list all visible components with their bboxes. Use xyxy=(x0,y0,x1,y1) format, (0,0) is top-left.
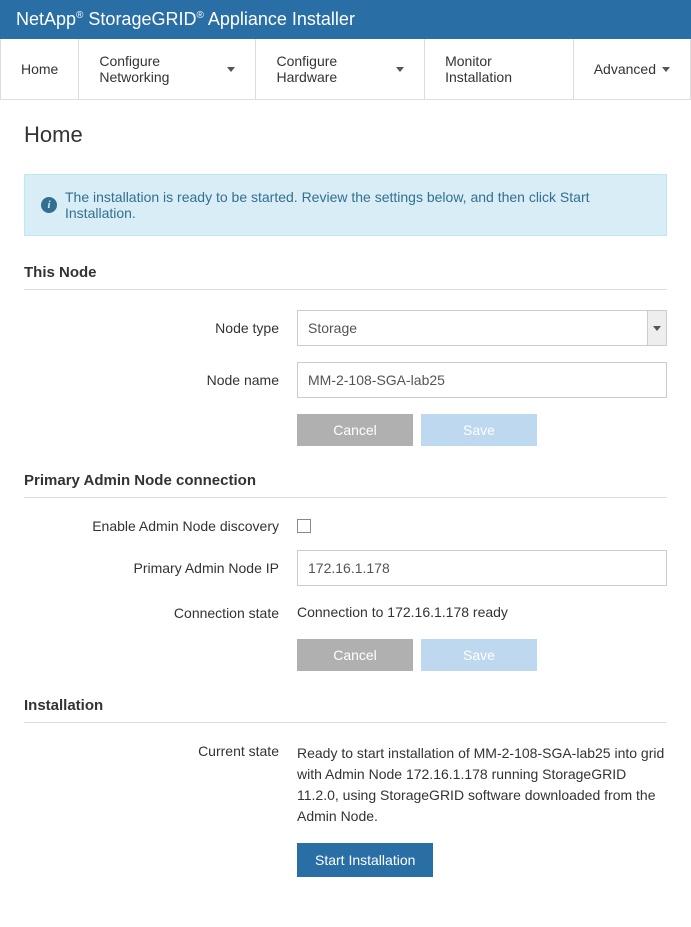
page-content: Home i The installation is ready to be s… xyxy=(0,100,691,927)
nav-monitor-installation-label: Monitor Installation xyxy=(445,53,553,85)
current-state-value: Ready to start installation of MM-2-108-… xyxy=(297,743,667,827)
primary-admin-cancel-button[interactable]: Cancel xyxy=(297,639,413,671)
info-icon: i xyxy=(41,197,57,213)
info-alert-text: The installation is ready to be started.… xyxy=(65,189,650,221)
caret-down-icon xyxy=(227,67,235,72)
nav-advanced[interactable]: Advanced xyxy=(574,39,690,99)
caret-down-icon xyxy=(662,67,670,72)
this-node-cancel-button[interactable]: Cancel xyxy=(297,414,413,446)
section-installation: Installation Current state Ready to star… xyxy=(24,697,667,877)
section-this-node: This Node Node type Storage Node name Ca… xyxy=(24,264,667,446)
nav-configure-networking-label: Configure Networking xyxy=(99,53,221,85)
nav-home-label: Home xyxy=(21,61,58,77)
nav-configure-hardware[interactable]: Configure Hardware xyxy=(256,39,425,99)
nav-home[interactable]: Home xyxy=(1,39,79,99)
primary-admin-ip-input[interactable] xyxy=(297,550,667,586)
installation-heading: Installation xyxy=(24,697,667,723)
node-name-input[interactable] xyxy=(297,362,667,398)
connection-state-value: Connection to 172.16.1.178 ready xyxy=(297,602,667,623)
primary-admin-heading: Primary Admin Node connection xyxy=(24,472,667,498)
primary-admin-save-button[interactable]: Save xyxy=(421,639,537,671)
node-type-select[interactable]: Storage xyxy=(297,310,667,346)
brand-mid: StorageGRID xyxy=(83,9,196,29)
node-name-label: Node name xyxy=(24,372,297,388)
enable-discovery-checkbox[interactable] xyxy=(297,519,311,533)
node-type-label: Node type xyxy=(24,320,297,336)
app-header: NetApp® StorageGRID® Appliance Installer xyxy=(0,0,691,39)
start-installation-button[interactable]: Start Installation xyxy=(297,843,433,877)
enable-discovery-label: Enable Admin Node discovery xyxy=(24,518,297,534)
this-node-heading: This Node xyxy=(24,264,667,290)
caret-down-icon xyxy=(396,67,404,72)
nav-monitor-installation[interactable]: Monitor Installation xyxy=(425,39,574,99)
connection-state-label: Connection state xyxy=(24,605,297,621)
main-nav: Home Configure Networking Configure Hard… xyxy=(0,39,691,100)
section-primary-admin: Primary Admin Node connection Enable Adm… xyxy=(24,472,667,671)
this-node-save-button[interactable]: Save xyxy=(421,414,537,446)
nav-configure-networking[interactable]: Configure Networking xyxy=(79,39,256,99)
current-state-label: Current state xyxy=(24,743,297,759)
reg-mark-2: ® xyxy=(196,10,203,21)
primary-admin-ip-label: Primary Admin Node IP xyxy=(24,560,297,576)
brand-prefix: NetApp xyxy=(16,9,76,29)
nav-configure-hardware-label: Configure Hardware xyxy=(276,53,390,85)
page-title: Home xyxy=(24,122,667,148)
info-alert: i The installation is ready to be starte… xyxy=(24,174,667,236)
brand-suffix: Appliance Installer xyxy=(204,9,355,29)
nav-advanced-label: Advanced xyxy=(594,61,656,77)
